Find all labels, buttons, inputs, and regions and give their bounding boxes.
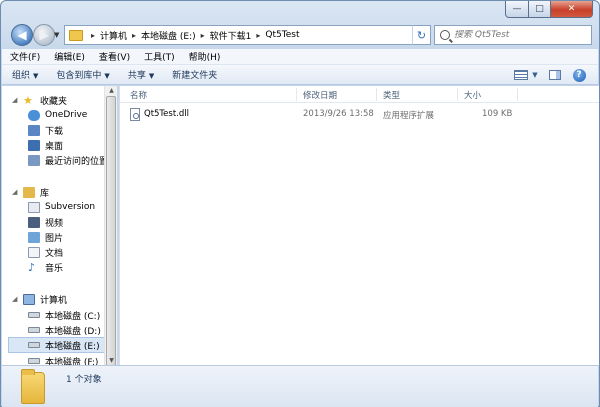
chevron-down-icon: ▼: [33, 72, 39, 80]
search-icon: [440, 30, 450, 40]
drive-icon: [28, 327, 40, 333]
dll-file-icon: [130, 108, 140, 121]
file-type: 应用程序扩展: [383, 111, 435, 121]
scrollbar-thumb[interactable]: [106, 96, 116, 366]
sidebar-group-computer[interactable]: ◢ 计算机: [12, 291, 67, 307]
computer-icon: [23, 293, 35, 305]
chevron-down-icon: ▼: [148, 72, 155, 80]
drive-icon: [28, 312, 40, 318]
expand-icon[interactable]: ◢: [12, 295, 20, 303]
sidebar-item-recent-places[interactable]: 最近访问的位置: [28, 152, 108, 168]
navigation-pane: ◢ ★ 收藏夹 OneDrive 下载 桌面 最近访问的位置 ◢ 库 Subve…: [2, 86, 109, 365]
breadcrumb-separator[interactable]: ▸: [91, 31, 95, 40]
new-folder-button[interactable]: 新建文件夹: [172, 68, 217, 81]
menu-help[interactable]: 帮助(H): [189, 50, 221, 63]
sidebar-item-drive-e[interactable]: 本地磁盘 (E:): [8, 337, 108, 353]
sidebar-item-subversion[interactable]: Subversion: [28, 199, 95, 215]
address-bar[interactable]: ▸ 计算机 ▸ 本地磁盘 (E:) ▸ 软件下载1 ▸ Qt5Test ▼: [64, 25, 430, 45]
library-icon: [23, 186, 35, 198]
downloads-icon: [28, 124, 40, 136]
file-modified: 2013/9/26 13:58: [303, 109, 374, 119]
sidebar-item-music[interactable]: ♪ 音乐: [28, 259, 63, 275]
drive-icon: [28, 358, 40, 364]
folder-icon: [69, 29, 83, 41]
sidebar-item-drive-f[interactable]: 本地磁盘 (F:): [28, 353, 98, 365]
help-button[interactable]: ?: [570, 67, 588, 83]
recent-pages-dropdown[interactable]: ▼: [54, 31, 59, 39]
breadcrumb-separator[interactable]: ▸: [256, 31, 260, 40]
breadcrumb-separator[interactable]: ▸: [132, 31, 136, 40]
search-input[interactable]: [454, 30, 584, 40]
item-count: 1 个对象: [66, 375, 102, 385]
preview-pane-icon: [549, 70, 561, 80]
sidebar-item-pictures[interactable]: 图片: [28, 229, 63, 245]
column-header-size[interactable]: 大小: [464, 89, 481, 101]
cloud-folder-icon: [28, 109, 40, 121]
column-header-modified[interactable]: 修改日期: [303, 89, 337, 101]
change-view-button[interactable]: [512, 67, 530, 83]
file-name: Qt5Test.dll: [144, 109, 189, 119]
menu-tools[interactable]: 工具(T): [144, 50, 175, 63]
breadcrumb-downloads[interactable]: 软件下载1: [210, 29, 252, 42]
include-in-library-button[interactable]: 包含到库中 ▼: [56, 68, 109, 81]
view-options-dropdown[interactable]: ▼: [530, 67, 540, 83]
menu-file[interactable]: 文件(F): [10, 50, 40, 63]
drive-icon: [28, 342, 40, 348]
sidebar-item-desktop[interactable]: 桌面: [28, 137, 63, 153]
music-icon: ♪: [28, 260, 36, 274]
close-button[interactable]: ✕: [551, 1, 593, 18]
navigation-bar: ◀ ▶ ▼ ▸ 计算机 ▸ 本地磁盘 (E:) ▸ 软件下载1 ▸ Qt5Tes…: [9, 23, 592, 47]
column-headers: 名称 修改日期 类型 大小: [120, 86, 599, 103]
menu-edit[interactable]: 编辑(E): [54, 50, 85, 63]
chevron-down-icon: ▼: [104, 72, 110, 80]
table-row[interactable]: Qt5Test.dll 2013/9/26 13:58 应用程序扩展 109 K…: [120, 106, 599, 124]
sidebar-group-favorites[interactable]: ◢ ★ 收藏夹: [12, 92, 67, 108]
document-library-icon: [28, 201, 40, 213]
maximize-button[interactable]: □: [529, 1, 551, 18]
sidebar-item-drive-d[interactable]: 本地磁盘 (D:): [28, 322, 101, 338]
views-icon: [514, 70, 528, 80]
column-header-type[interactable]: 类型: [383, 89, 400, 101]
minimize-button[interactable]: —: [505, 1, 529, 18]
breadcrumb-qt5test[interactable]: Qt5Test: [265, 30, 299, 40]
sidebar-item-downloads[interactable]: 下载: [28, 122, 63, 138]
expand-icon[interactable]: ◢: [12, 188, 20, 196]
command-bar: 组织 ▼ 包含到库中 ▼ 共享 ▼ 新建文件夹 ▼ ?: [2, 65, 598, 85]
column-header-name[interactable]: 名称: [130, 89, 147, 101]
recent-places-icon: [28, 154, 40, 166]
help-icon: ?: [572, 68, 586, 82]
sidebar-item-documents[interactable]: 文档: [28, 244, 63, 260]
refresh-icon[interactable]: ↻: [412, 25, 431, 45]
breadcrumb-separator[interactable]: ▸: [201, 31, 205, 40]
documents-icon: [28, 246, 40, 258]
expand-icon[interactable]: ◢: [12, 96, 20, 104]
file-size: 109 KB: [482, 109, 513, 119]
breadcrumb-computer[interactable]: 计算机: [100, 29, 127, 42]
star-icon: ★: [23, 93, 33, 107]
desktop-icon: [28, 139, 40, 151]
search-box[interactable]: [434, 25, 592, 45]
sidebar-item-onedrive[interactable]: OneDrive: [28, 107, 87, 123]
menu-view[interactable]: 查看(V): [99, 50, 130, 63]
folder-icon: [21, 369, 45, 404]
scroll-down-icon[interactable]: ▼: [105, 357, 118, 364]
details-pane: 1 个对象: [2, 365, 598, 407]
sidebar-item-videos[interactable]: 视频: [28, 214, 63, 230]
breadcrumb-drive-e[interactable]: 本地磁盘 (E:): [141, 29, 196, 42]
video-icon: [28, 216, 40, 228]
caption-buttons: — □ ✕: [505, 1, 593, 18]
back-button[interactable]: ◀: [11, 24, 33, 46]
explorer-window: — □ ✕ ◀ ▶ ▼ ▸ 计算机 ▸ 本地磁盘 (E:) ▸ 软件下载1 ▸ …: [0, 0, 600, 407]
menu-bar: 文件(F) 编辑(E) 查看(V) 工具(T) 帮助(H): [2, 49, 598, 65]
sidebar-item-drive-c[interactable]: 本地磁盘 (C:): [28, 307, 100, 323]
file-list: 名称 修改日期 类型 大小 Qt5Test.dll 2013/9/26 13:5…: [119, 86, 599, 365]
navigation-pane-scrollbar[interactable]: ▲ ▼: [104, 86, 118, 366]
organize-button[interactable]: 组织 ▼: [12, 68, 38, 81]
share-button[interactable]: 共享 ▼: [128, 68, 154, 81]
forward-button[interactable]: ▶: [33, 24, 55, 46]
pictures-icon: [28, 231, 40, 243]
preview-pane-button[interactable]: [546, 67, 564, 83]
scroll-up-icon[interactable]: ▲: [105, 87, 118, 94]
sidebar-group-libraries[interactable]: ◢ 库: [12, 184, 49, 200]
